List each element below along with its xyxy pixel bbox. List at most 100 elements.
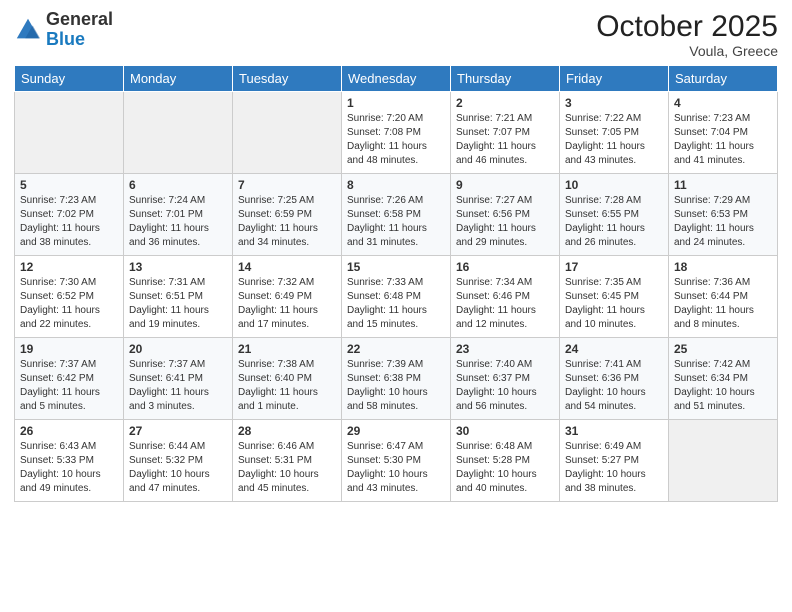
day-info: Sunrise: 7:34 AM Sunset: 6:46 PM Dayligh… [456,276,554,332]
day-number: 12 [20,260,118,274]
day-info: Sunrise: 7:22 AM Sunset: 7:05 PM Dayligh… [565,112,663,168]
day-number: 22 [347,342,445,356]
day-info: Sunrise: 7:32 AM Sunset: 6:49 PM Dayligh… [238,276,336,332]
calendar-cell: 5Sunrise: 7:23 AM Sunset: 7:02 PM Daylig… [15,174,124,256]
calendar-cell: 27Sunrise: 6:44 AM Sunset: 5:32 PM Dayli… [124,420,233,502]
day-number: 1 [347,96,445,110]
calendar-cell: 22 Sunrise: 7:39 AM Sunset: 6:38 PM Dayli… [342,338,451,420]
day-number: 27 [129,424,227,438]
calendar-cell: 14 Sunrise: 7:32 AM Sunset: 6:49 PM Dayli… [233,256,342,338]
calendar-cell: 6 Sunrise: 7:24 AM Sunset: 7:01 PM Daylig… [124,174,233,256]
day-info: Sunrise: 6:47 AM Sunset: 5:30 PM Dayligh… [347,440,445,496]
calendar-cell: 17 Sunrise: 7:35 AM Sunset: 6:45 PM Dayli… [560,256,669,338]
day-info: Sunrise: 7:25 AM Sunset: 6:59 PM Dayligh… [238,194,336,250]
calendar-cell: 9 Sunrise: 7:27 AM Sunset: 6:56 PM Daylig… [451,174,560,256]
calendar-cell [15,92,124,174]
page: General Blue October 2025 Voula, Greece … [0,0,792,612]
calendar: SundayMondayTuesdayWednesdayThursdayFrid… [14,65,778,502]
day-number: 31 [565,424,663,438]
day-number: 5 [20,178,118,192]
logo: General Blue [14,10,113,50]
day-number: 25 [674,342,772,356]
day-number: 23 [456,342,554,356]
day-number: 2 [456,96,554,110]
col-header-friday: Friday [560,66,669,92]
calendar-week-3: 12 Sunrise: 7:30 AM Sunset: 6:52 PM Dayli… [15,256,778,338]
day-info: Sunrise: 7:42 AM Sunset: 6:34 PM Dayligh… [674,358,772,414]
calendar-cell: 4Sunrise: 7:23 AM Sunset: 7:04 PM Daylig… [669,92,778,174]
day-info: Sunrise: 7:27 AM Sunset: 6:56 PM Dayligh… [456,194,554,250]
location: Voula, Greece [596,43,778,59]
calendar-cell: 11 Sunrise: 7:29 AM Sunset: 6:53 PM Dayli… [669,174,778,256]
day-number: 18 [674,260,772,274]
col-header-thursday: Thursday [451,66,560,92]
day-info: Sunrise: 7:24 AM Sunset: 7:01 PM Dayligh… [129,194,227,250]
calendar-cell: 25 Sunrise: 7:42 AM Sunset: 6:34 PM Dayli… [669,338,778,420]
day-number: 17 [565,260,663,274]
day-info: Sunrise: 7:39 AM Sunset: 6:38 PM Dayligh… [347,358,445,414]
day-info: Sunrise: 7:26 AM Sunset: 6:58 PM Dayligh… [347,194,445,250]
logo-icon [14,16,42,44]
day-number: 16 [456,260,554,274]
calendar-week-5: 26Sunrise: 6:43 AM Sunset: 5:33 PM Dayli… [15,420,778,502]
logo-blue-text: Blue [46,29,85,49]
day-info: Sunrise: 7:31 AM Sunset: 6:51 PM Dayligh… [129,276,227,332]
day-number: 6 [129,178,227,192]
day-number: 11 [674,178,772,192]
col-header-wednesday: Wednesday [342,66,451,92]
calendar-cell [124,92,233,174]
calendar-week-1: 1 Sunrise: 7:20 AM Sunset: 7:08 PM Daylig… [15,92,778,174]
day-number: 20 [129,342,227,356]
calendar-cell: 20 Sunrise: 7:37 AM Sunset: 6:41 PM Dayli… [124,338,233,420]
day-number: 9 [456,178,554,192]
calendar-week-2: 5Sunrise: 7:23 AM Sunset: 7:02 PM Daylig… [15,174,778,256]
day-number: 4 [674,96,772,110]
calendar-cell [233,92,342,174]
calendar-week-4: 19Sunrise: 7:37 AM Sunset: 6:42 PM Dayli… [15,338,778,420]
calendar-cell: 24 Sunrise: 7:41 AM Sunset: 6:36 PM Dayli… [560,338,669,420]
day-info: Sunrise: 6:46 AM Sunset: 5:31 PM Dayligh… [238,440,336,496]
calendar-cell: 8 Sunrise: 7:26 AM Sunset: 6:58 PM Daylig… [342,174,451,256]
calendar-cell: 3Sunrise: 7:22 AM Sunset: 7:05 PM Daylig… [560,92,669,174]
calendar-cell: 21Sunrise: 7:38 AM Sunset: 6:40 PM Dayli… [233,338,342,420]
day-number: 26 [20,424,118,438]
day-info: Sunrise: 7:20 AM Sunset: 7:08 PM Dayligh… [347,112,445,168]
col-header-sunday: Sunday [15,66,124,92]
col-header-tuesday: Tuesday [233,66,342,92]
day-number: 13 [129,260,227,274]
col-header-monday: Monday [124,66,233,92]
day-info: Sunrise: 7:37 AM Sunset: 6:42 PM Dayligh… [20,358,118,414]
calendar-cell: 31Sunrise: 6:49 AM Sunset: 5:27 PM Dayli… [560,420,669,502]
calendar-cell: 7 Sunrise: 7:25 AM Sunset: 6:59 PM Daylig… [233,174,342,256]
calendar-header-row: SundayMondayTuesdayWednesdayThursdayFrid… [15,66,778,92]
day-number: 21 [238,342,336,356]
calendar-cell: 15Sunrise: 7:33 AM Sunset: 6:48 PM Dayli… [342,256,451,338]
title-block: October 2025 Voula, Greece [596,10,778,59]
day-info: Sunrise: 7:30 AM Sunset: 6:52 PM Dayligh… [20,276,118,332]
calendar-cell: 30Sunrise: 6:48 AM Sunset: 5:28 PM Dayli… [451,420,560,502]
day-info: Sunrise: 7:35 AM Sunset: 6:45 PM Dayligh… [565,276,663,332]
day-number: 8 [347,178,445,192]
header: General Blue October 2025 Voula, Greece [14,10,778,59]
calendar-cell: 1 Sunrise: 7:20 AM Sunset: 7:08 PM Daylig… [342,92,451,174]
logo-text: General Blue [46,10,113,50]
day-info: Sunrise: 7:28 AM Sunset: 6:55 PM Dayligh… [565,194,663,250]
day-number: 7 [238,178,336,192]
day-number: 10 [565,178,663,192]
day-number: 30 [456,424,554,438]
calendar-cell: 19Sunrise: 7:37 AM Sunset: 6:42 PM Dayli… [15,338,124,420]
day-info: Sunrise: 7:41 AM Sunset: 6:36 PM Dayligh… [565,358,663,414]
day-number: 29 [347,424,445,438]
day-info: Sunrise: 7:29 AM Sunset: 6:53 PM Dayligh… [674,194,772,250]
day-number: 14 [238,260,336,274]
day-number: 28 [238,424,336,438]
calendar-cell: 12 Sunrise: 7:30 AM Sunset: 6:52 PM Dayli… [15,256,124,338]
calendar-cell: 28 Sunrise: 6:46 AM Sunset: 5:31 PM Dayli… [233,420,342,502]
calendar-cell: 26Sunrise: 6:43 AM Sunset: 5:33 PM Dayli… [15,420,124,502]
calendar-cell: 16 Sunrise: 7:34 AM Sunset: 6:46 PM Dayli… [451,256,560,338]
day-number: 24 [565,342,663,356]
logo-general: General [46,9,113,29]
day-info: Sunrise: 7:37 AM Sunset: 6:41 PM Dayligh… [129,358,227,414]
day-info: Sunrise: 7:21 AM Sunset: 7:07 PM Dayligh… [456,112,554,168]
calendar-cell: 29 Sunrise: 6:47 AM Sunset: 5:30 PM Dayli… [342,420,451,502]
